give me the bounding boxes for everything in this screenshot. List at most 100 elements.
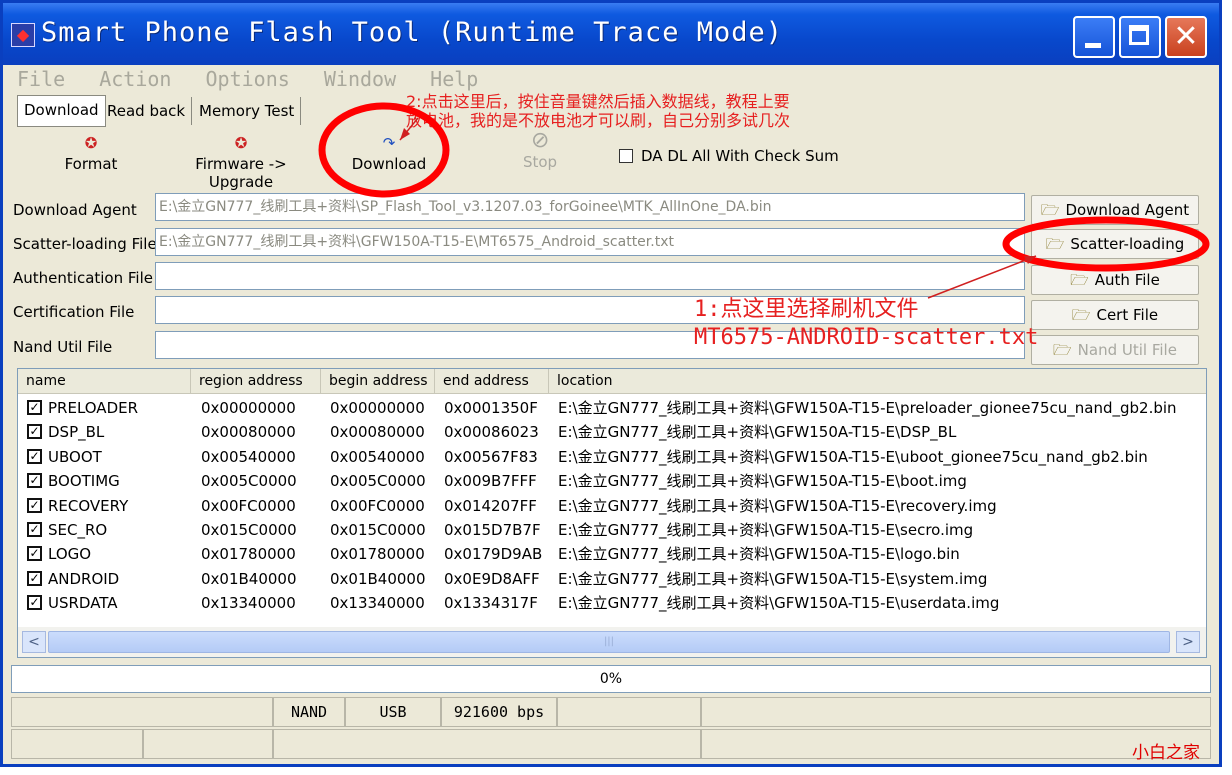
folder-icon: 🗁 (1040, 201, 1060, 219)
table-row[interactable]: ✓ SEC_RO 0x015C0000 0x015C0000 0x015D7B7F E:\… (18, 518, 1206, 542)
cell-end-address: 0x015D7B7F (444, 521, 541, 539)
menu-options[interactable]: Options (206, 67, 290, 91)
download-agent-button[interactable]: 🗁 Download Agent (1031, 195, 1199, 225)
row-checkbox[interactable]: ✓ (27, 546, 42, 562)
download-button[interactable]: ↷ Download (347, 135, 431, 173)
instruction-note-2: 2:点击这里后，按住音量键然后插入数据线，教程上要 放电池，我的是不放电池才可以… (406, 92, 791, 130)
auth-file-label: Authentication File (13, 269, 153, 287)
list-header: name region address begin address end ad… (18, 369, 1206, 394)
status-bar: NAND USB 921600 bps (11, 697, 1211, 761)
column-name[interactable]: name (18, 369, 191, 393)
menu-help[interactable]: Help (430, 67, 478, 91)
scatter-file-field[interactable]: E:\金立GN777_线刷工具+资料\GFW150A-T15-E\MT6575_… (155, 228, 1025, 256)
cell-name: ANDROID (48, 569, 120, 588)
cell-region-address: 0x01B40000 (201, 569, 297, 588)
cell-name: PRELOADER (48, 399, 139, 417)
row-checkbox[interactable]: ✓ (27, 448, 42, 464)
format-label: Format (64, 155, 118, 173)
download-icon: ↷ (382, 134, 396, 152)
cell-end-address: 0x1334317F (444, 594, 538, 613)
cell-location: E:\金立GN777_线刷工具+资料\GFW150A-T15-E\userdat… (558, 594, 1000, 613)
table-row[interactable]: ✓ RECOVERY 0x00FC0000 0x00FC0000 0x014207FF E… (18, 494, 1206, 518)
cell-region-address: 0x00000000 (201, 399, 296, 417)
row-checkbox[interactable]: ✓ (27, 473, 42, 489)
cell-region-address: 0x00FC0000 (201, 496, 296, 515)
cert-file-button[interactable]: 🗁 Cert File (1031, 300, 1199, 330)
row-checkbox[interactable]: ✓ (27, 497, 42, 513)
cell-location: E:\金立GN777_线刷工具+资料\GFW150A-T15-E\logo.bi… (558, 545, 960, 564)
upgrade-icon: ✪ (234, 134, 248, 152)
cell-end-address: 0x0001350F (444, 399, 538, 417)
upgrade-label: Firmware -> Upgrade (195, 155, 287, 191)
format-icon: ✪ (84, 134, 98, 152)
table-row[interactable]: ✓ LOGO 0x01780000 0x01780000 0x0179D9AB E:\金立… (18, 542, 1206, 566)
row-checkbox[interactable]: ✓ (27, 522, 42, 537)
row-checkbox[interactable]: ✓ (27, 570, 42, 586)
cell-location: E:\金立GN777_线刷工具+资料\GFW150A-T15-E\secro.i… (558, 521, 974, 539)
table-row[interactable]: ✓ PRELOADER 0x00000000 0x00000000 0x0001350F… (18, 396, 1206, 420)
cell-begin-address: 0x00000000 (330, 399, 425, 417)
cell-begin-address: 0x01B40000 (330, 569, 426, 588)
cell-name: DSP_BL (48, 423, 105, 442)
cell-end-address: 0x014207FF (444, 496, 537, 515)
stop-button[interactable]: ⊘ Stop (515, 128, 565, 172)
table-row[interactable]: ✓ DSP_BL 0x00080000 0x00080000 0x00086023 E:\… (18, 420, 1206, 444)
auth-file-button[interactable]: 🗁 Auth File (1031, 265, 1199, 295)
folder-icon: 🗁 (1070, 271, 1089, 289)
column-begin-address[interactable]: begin address (321, 369, 435, 393)
scroll-right-icon[interactable]: > (1176, 631, 1200, 653)
column-end-address[interactable]: end address (435, 369, 549, 393)
title-bar[interactable]: ◆ Smart Phone Flash Tool (Runtime Trace … (3, 3, 1219, 65)
folder-icon: 🗁 (1053, 341, 1072, 359)
maximize-icon[interactable] (1119, 16, 1161, 58)
menu-action[interactable]: Action (99, 67, 171, 91)
cell-name: SEC_RO (48, 521, 108, 539)
scatter-loading-button[interactable]: 🗁 Scatter-loading (1031, 229, 1199, 259)
nand-util-button[interactable]: 🗁 Nand Util File (1031, 335, 1199, 365)
scroll-thumb[interactable]: ||| (48, 631, 1170, 653)
nand-util-label: Nand Util File (13, 338, 113, 356)
column-region-address[interactable]: region address (191, 369, 321, 393)
row-checkbox[interactable]: ✓ (27, 424, 42, 440)
watermark-text: 小白之家 (1132, 743, 1200, 763)
menu-file[interactable]: File (17, 67, 65, 91)
checksum-checkbox[interactable] (619, 149, 633, 163)
auth-file-field[interactable] (155, 262, 1025, 290)
folder-icon: 🗁 (1045, 235, 1065, 253)
format-button[interactable]: ✪ Format (53, 135, 129, 173)
tab-download[interactable]: Download (17, 95, 106, 127)
cell-region-address: 0x015C0000 (201, 521, 297, 539)
download-agent-field[interactable]: E:\金立GN777_线刷工具+资料\SP_Flash_Tool_v3.1207… (155, 193, 1025, 221)
tab-memory-test[interactable]: Memory Test (193, 97, 302, 125)
table-row[interactable]: ✓ ANDROID 0x01B40000 0x01B40000 0x0E9D8AFF E:… (18, 567, 1206, 591)
scatter-file-label: Scatter-loading File (13, 235, 157, 253)
stop-icon: ⊘ (531, 128, 550, 153)
progress-text: 0% (599, 671, 623, 687)
table-row[interactable]: ✓ UBOOT 0x00540000 0x00540000 0x00567F83 E:\金… (18, 445, 1206, 469)
table-row[interactable]: ✓ USRDATA 0x13340000 0x13340000 0x1334317F E:… (18, 591, 1206, 615)
scroll-left-icon[interactable]: < (22, 631, 46, 653)
stop-label: Stop (522, 153, 558, 171)
table-row[interactable]: ✓ BOOTIMG 0x005C0000 0x005C0000 0x009B7FFF E:… (18, 469, 1206, 493)
tab-read-back[interactable]: Read back (101, 97, 193, 125)
menu-window[interactable]: Window (324, 67, 396, 91)
status-baud: 921600 bps (441, 697, 557, 727)
cell-end-address: 0x0179D9AB (444, 545, 543, 564)
cell-name: LOGO (48, 545, 92, 564)
cell-location: E:\金立GN777_线刷工具+资料\GFW150A-T15-E\DSP_BL (558, 423, 957, 442)
close-icon[interactable]: ✕ (1165, 16, 1207, 58)
row-checkbox[interactable]: ✓ (27, 595, 42, 611)
firmware-upgrade-button[interactable]: ✪ Firmware -> Upgrade (161, 135, 321, 191)
download-agent-label: Download Agent (13, 201, 137, 219)
cell-region-address: 0x13340000 (201, 594, 296, 613)
window-title: Smart Phone Flash Tool (Runtime Trace Mo… (41, 17, 783, 48)
cell-location: E:\金立GN777_线刷工具+资料\GFW150A-T15-E\recover… (558, 496, 997, 515)
column-location[interactable]: location (549, 369, 1206, 393)
cell-name: BOOTIMG (48, 472, 120, 491)
menu-bar: File Action Options Window Help (17, 67, 500, 93)
minimize-icon[interactable] (1073, 16, 1115, 58)
cell-end-address: 0x009B7FFF (444, 472, 537, 491)
cell-begin-address: 0x01780000 (330, 545, 425, 564)
row-checkbox[interactable]: ✓ (27, 400, 42, 415)
horizontal-scrollbar[interactable]: < ||| > (18, 627, 1206, 657)
